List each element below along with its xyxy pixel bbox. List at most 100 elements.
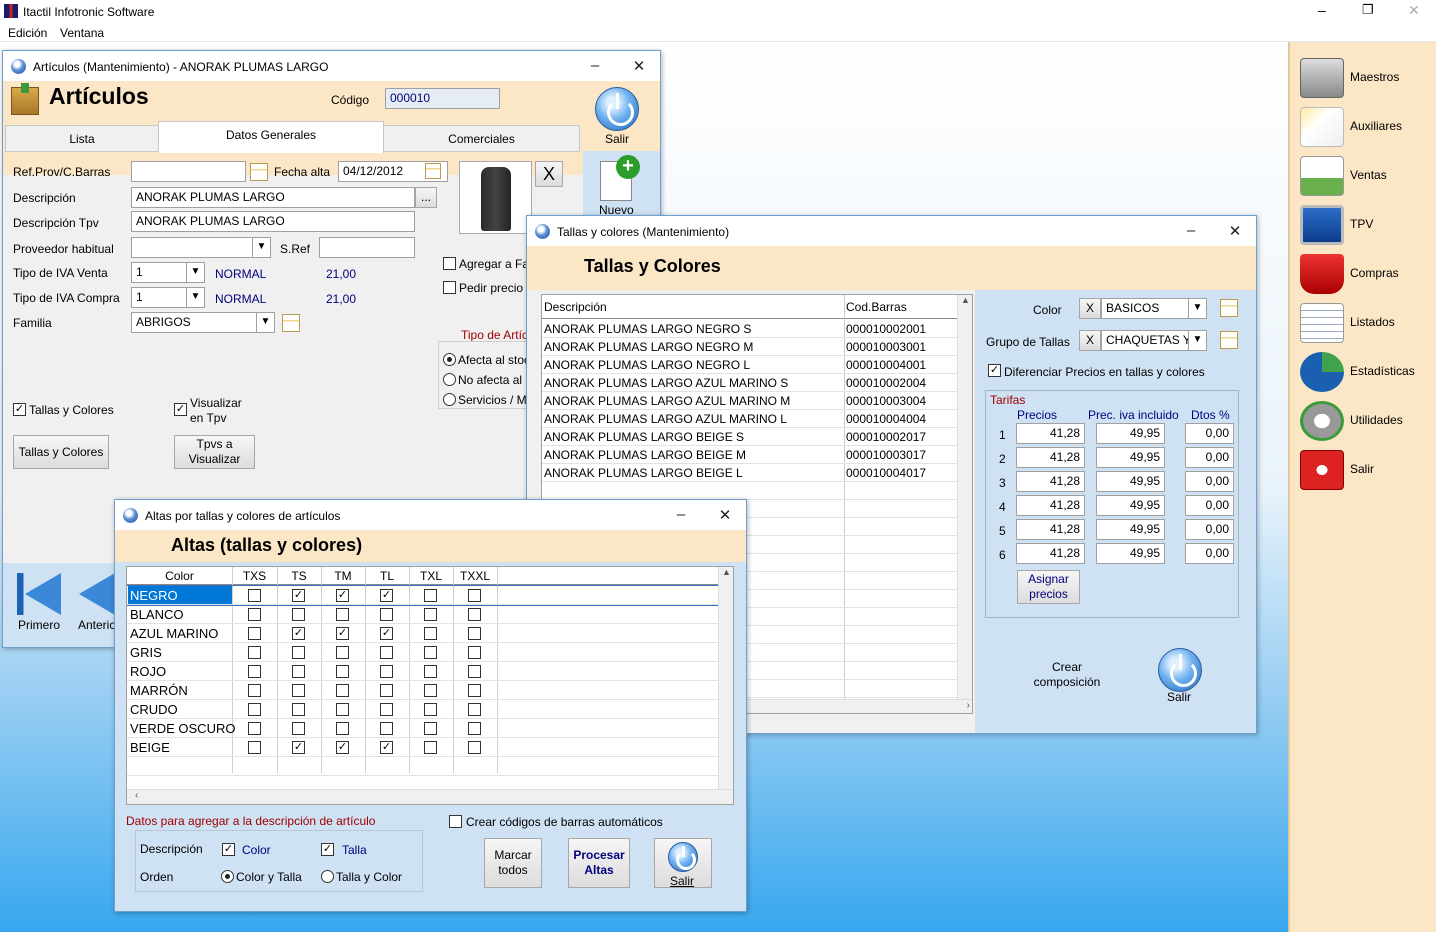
table-row[interactable]: ANORAK PLUMAS LARGO AZUL MARINO L 0000100… (542, 410, 957, 428)
afecta-radio[interactable] (443, 353, 456, 366)
size-checkbox[interactable] (468, 608, 481, 621)
prov-select[interactable] (131, 237, 271, 258)
size-checkbox[interactable] (468, 684, 481, 697)
col-header[interactable]: TXS (232, 569, 277, 583)
size-checkbox[interactable] (380, 722, 393, 735)
size-checkbox[interactable] (292, 665, 305, 678)
table-row[interactable] (542, 482, 957, 500)
size-checkbox[interactable] (424, 627, 437, 640)
grupo-list-icon[interactable] (1220, 331, 1238, 349)
size-checkbox[interactable] (424, 589, 437, 602)
size-checkbox[interactable] (336, 608, 349, 621)
agregar-checkbox[interactable] (443, 257, 456, 270)
sref-field[interactable] (319, 237, 415, 258)
clear-image-button[interactable]: X (535, 161, 563, 187)
size-checkbox[interactable] (336, 684, 349, 697)
table-row[interactable]: BEIGE ✓ ✓ ✓ (127, 738, 718, 757)
tarifa-iva-field[interactable]: 49,95 (1096, 471, 1165, 492)
talla-checkbox[interactable]: ✓ (321, 843, 334, 856)
servicios-radio[interactable] (443, 393, 456, 406)
size-checkbox[interactable] (247, 608, 261, 621)
size-checkbox[interactable]: ✓ (292, 627, 305, 640)
table-row[interactable]: NEGRO ✓ ✓ ✓ (127, 585, 719, 606)
salir-power-icon[interactable] (595, 87, 639, 131)
tarifa-dto-field[interactable]: 0,00 (1185, 519, 1234, 540)
size-checkbox[interactable] (336, 722, 349, 735)
calendar-icon[interactable] (250, 163, 268, 181)
size-checkbox[interactable] (380, 646, 393, 659)
visualizar-checkbox[interactable]: ✓ (174, 403, 187, 416)
table-row[interactable]: MARRÓN (127, 681, 718, 700)
size-checkbox[interactable] (424, 608, 437, 621)
tallas-colores-button[interactable]: Tallas y Colores (13, 435, 109, 469)
table-row[interactable]: VERDE OSCURO (127, 719, 718, 738)
table-row[interactable]: GRIS (127, 643, 718, 662)
restore-button[interactable]: ❐ (1362, 2, 1374, 18)
close-button[interactable]: ✕ (1408, 2, 1420, 19)
sidebar-item-listados[interactable]: Listados (1300, 299, 1436, 345)
close-button[interactable]: ✕ (713, 506, 737, 524)
size-checkbox[interactable] (468, 741, 481, 754)
close-button[interactable]: ✕ (1223, 222, 1247, 240)
codigo-field[interactable]: 000010 (385, 88, 500, 109)
tarifa-precio-field[interactable]: 41,28 (1016, 519, 1085, 540)
size-checkbox[interactable] (336, 703, 349, 716)
size-checkbox[interactable] (336, 665, 349, 678)
minimize-button[interactable]: – (1318, 2, 1326, 18)
ref-field[interactable] (131, 161, 246, 182)
table-row[interactable]: AZUL MARINO ✓ ✓ ✓ (127, 624, 718, 643)
size-checkbox[interactable]: ✓ (380, 627, 393, 640)
table-row[interactable]: ANORAK PLUMAS LARGO BEIGE S 000010002017 (542, 428, 957, 446)
tab-lista[interactable]: Lista (5, 125, 159, 152)
size-checkbox[interactable] (424, 741, 437, 754)
diferenciar-checkbox[interactable]: ✓ (988, 364, 1001, 377)
col-header[interactable]: TXXL (453, 569, 497, 583)
tab-comerciales[interactable]: Comerciales (383, 125, 580, 152)
size-checkbox[interactable] (424, 646, 437, 659)
tallas-salir-label[interactable]: Salir (1167, 690, 1191, 704)
size-checkbox[interactable]: ✓ (336, 627, 349, 640)
tarifa-precio-field[interactable]: 41,28 (1016, 471, 1085, 492)
col-descripcion[interactable]: Descripción (544, 300, 607, 314)
size-checkbox[interactable] (336, 646, 349, 659)
tarifa-precio-field[interactable]: 41,28 (1016, 543, 1085, 564)
size-checkbox[interactable] (247, 741, 261, 754)
marcar-todos-button[interactable]: Marcar todos (484, 838, 542, 888)
chevron-down-icon[interactable]: ▼ (1188, 330, 1207, 351)
desc-field[interactable]: ANORAK PLUMAS LARGO (131, 187, 415, 208)
col-codbarras[interactable]: Cod.Barras (846, 300, 907, 314)
table-row[interactable]: ANORAK PLUMAS LARGO BEIGE L 000010004017 (542, 464, 957, 482)
table-row[interactable]: ANORAK PLUMAS LARGO AZUL MARINO S 0000100… (542, 374, 957, 392)
chevron-down-icon[interactable]: ▼ (186, 287, 205, 308)
tallas-colores-checkbox[interactable]: ✓ (13, 403, 26, 416)
minimize-button[interactable]: – (1179, 222, 1203, 239)
menu-edicion[interactable]: Edición (8, 26, 47, 40)
grupo-clear-button[interactable]: X (1079, 330, 1101, 351)
size-checkbox[interactable] (247, 646, 261, 659)
size-checkbox[interactable] (468, 646, 481, 659)
tallas-salir-power-icon[interactable] (1158, 648, 1202, 692)
table-row[interactable]: ANORAK PLUMAS LARGO AZUL MARINO M 0000100… (542, 392, 957, 410)
table-row[interactable]: ANORAK PLUMAS LARGO NEGRO S 000010002001 (542, 320, 957, 338)
primero-label[interactable]: Primero (18, 618, 60, 632)
sidebar-item-salir[interactable]: Salir (1300, 446, 1436, 492)
size-checkbox[interactable] (292, 703, 305, 716)
familia-select[interactable]: ABRIGOS (131, 312, 275, 333)
tarifa-iva-field[interactable]: 49,95 (1096, 447, 1165, 468)
familia-list-icon[interactable] (282, 314, 300, 332)
size-checkbox[interactable]: ✓ (336, 589, 349, 602)
size-checkbox[interactable] (424, 665, 437, 678)
sidebar-item-ventas[interactable]: Ventas (1300, 152, 1436, 198)
tarifa-dto-field[interactable]: 0,00 (1185, 447, 1234, 468)
hscrollbar[interactable]: ‹ (127, 789, 733, 804)
col-header[interactable]: TM (321, 569, 365, 583)
size-checkbox[interactable] (292, 608, 305, 621)
tarifa-dto-field[interactable]: 0,00 (1185, 495, 1234, 516)
tarifa-dto-field[interactable]: 0,00 (1185, 543, 1234, 564)
minimize-button[interactable]: – (669, 506, 693, 523)
noafecta-radio[interactable] (443, 373, 456, 386)
vscrollbar[interactable]: ▲ (957, 295, 972, 699)
color-checkbox[interactable]: ✓ (222, 843, 235, 856)
size-checkbox[interactable] (247, 589, 261, 602)
size-checkbox[interactable]: ✓ (292, 741, 305, 754)
